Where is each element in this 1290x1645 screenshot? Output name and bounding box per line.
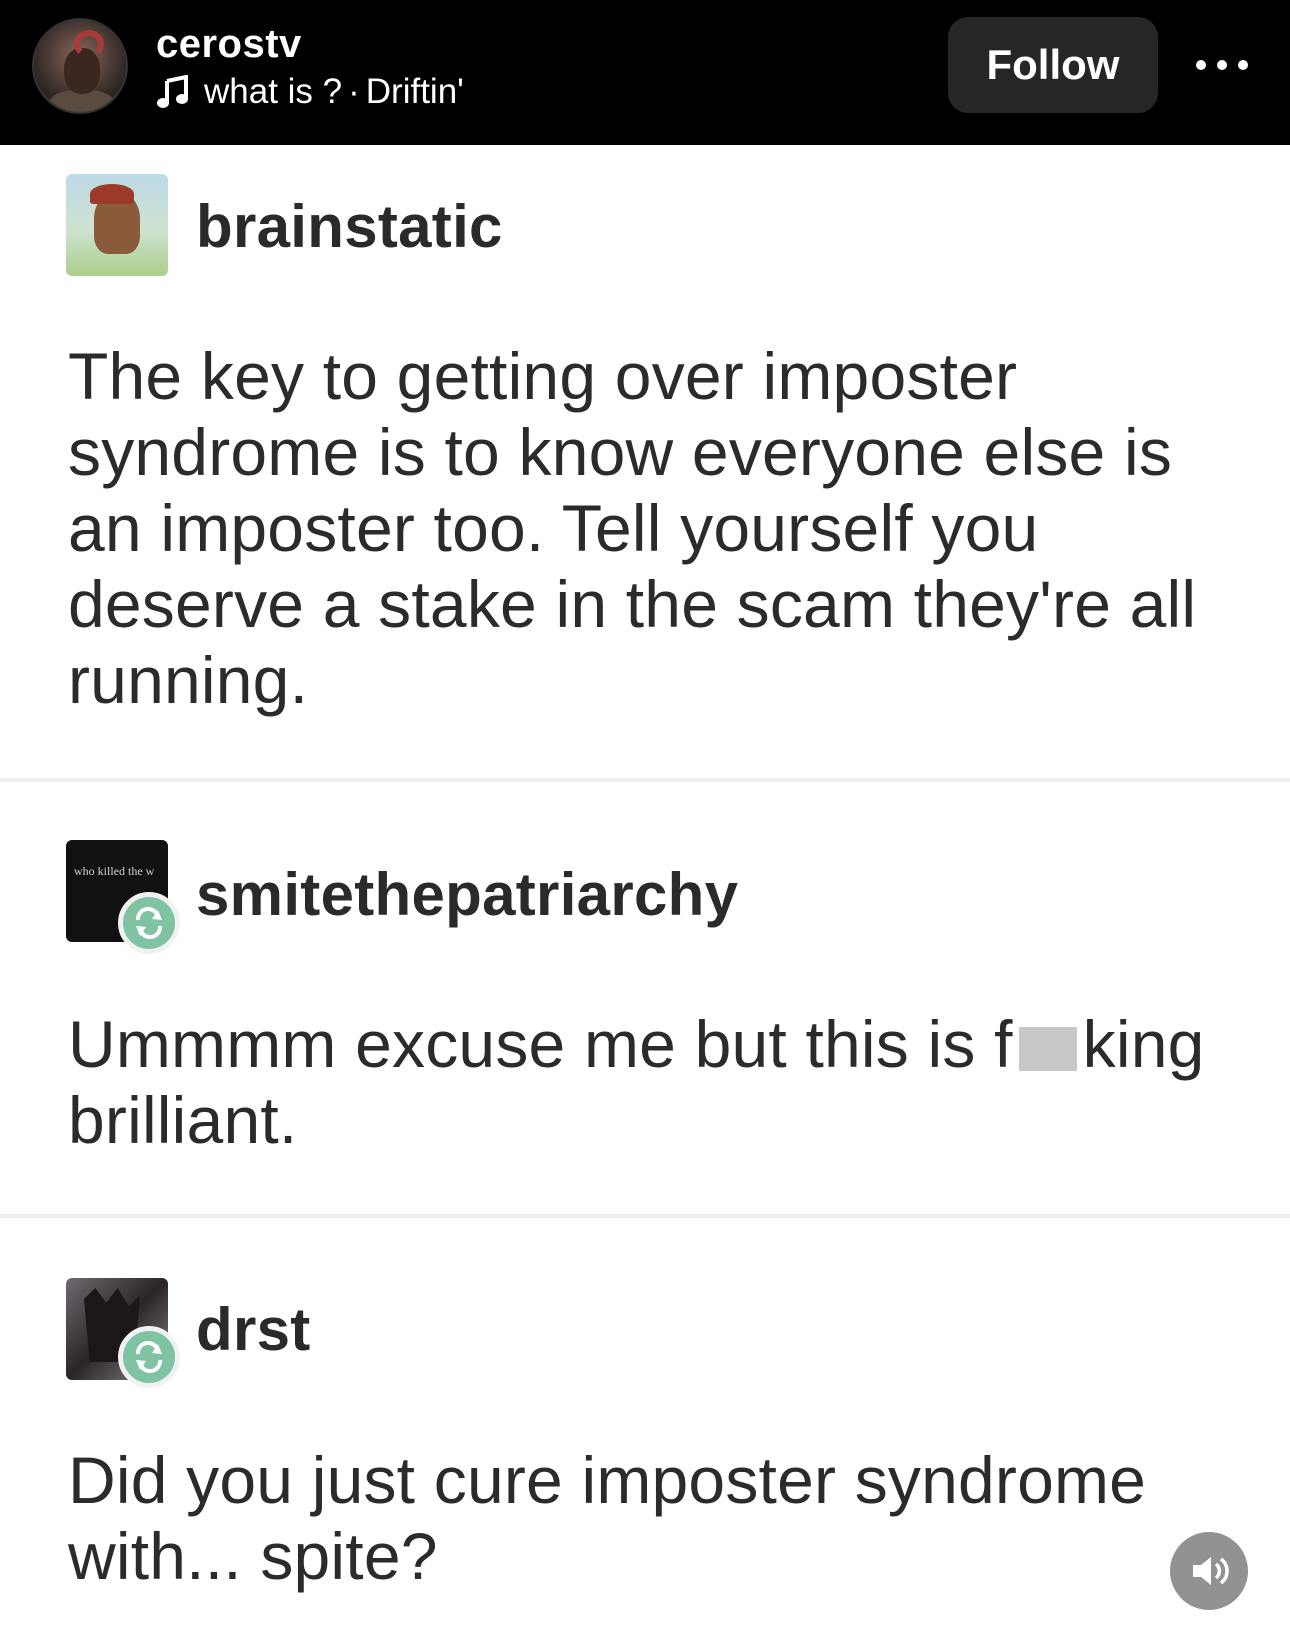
post-divider [0, 1214, 1290, 1218]
reblog-icon [118, 892, 180, 954]
post-line: an imposter too. Tell yourself you [68, 491, 1039, 565]
profile-avatar[interactable] [32, 18, 128, 114]
post-handle[interactable]: brainstatic [196, 194, 503, 260]
reblog-icon [118, 1326, 180, 1388]
music-artist: Driftin' [365, 72, 464, 111]
post-divider [0, 778, 1290, 782]
music-info[interactable]: what is ? · Driftin' [156, 72, 464, 112]
post-avatar-smitethepatriarchy[interactable]: who killed the w [66, 840, 180, 954]
post-avatar-drst[interactable] [66, 1278, 180, 1388]
post-line: Ummmm excuse me but this is f king [68, 1006, 1205, 1082]
post-line: deserve a stake in the scam they're all [68, 567, 1197, 641]
censor-block [1018, 1027, 1077, 1071]
music-note-icon [156, 75, 190, 109]
post-body: Ummmm excuse me but this is f king brilli… [68, 1006, 1205, 1158]
post-body: The key to getting over imposter syndrom… [68, 338, 1196, 718]
post-line: Did you just cure imposter syndrome [68, 1443, 1147, 1517]
post-line: running. [68, 643, 309, 717]
profile-username[interactable]: cerostv [156, 22, 302, 66]
music-separator: · [348, 72, 360, 111]
reel-header: cerostv what is ? · Driftin' Follow [0, 0, 1290, 145]
post-line: syndrome is to know everyone else is [68, 415, 1173, 489]
post-handle[interactable]: smitethepatriarchy [196, 862, 738, 928]
post-line: brilliant. [68, 1083, 298, 1157]
post-body: Did you just cure imposter syndrome with… [68, 1442, 1146, 1594]
post-text-segment: king [1082, 1007, 1205, 1081]
post-line: The key to getting over imposter [68, 339, 1018, 413]
follow-button[interactable]: Follow [948, 17, 1158, 113]
post-avatar-brainstatic[interactable] [66, 174, 168, 276]
post-line: with... spite? [68, 1519, 438, 1593]
post-text-segment: Ummmm excuse me but this is f [68, 1007, 1013, 1081]
more-options-icon[interactable] [1196, 50, 1248, 80]
avatar-caption: who killed the w [74, 864, 155, 878]
speaker-icon[interactable] [1170, 1532, 1248, 1610]
music-song-title: what is ? [204, 72, 343, 111]
post-handle[interactable]: drst [196, 1297, 311, 1363]
